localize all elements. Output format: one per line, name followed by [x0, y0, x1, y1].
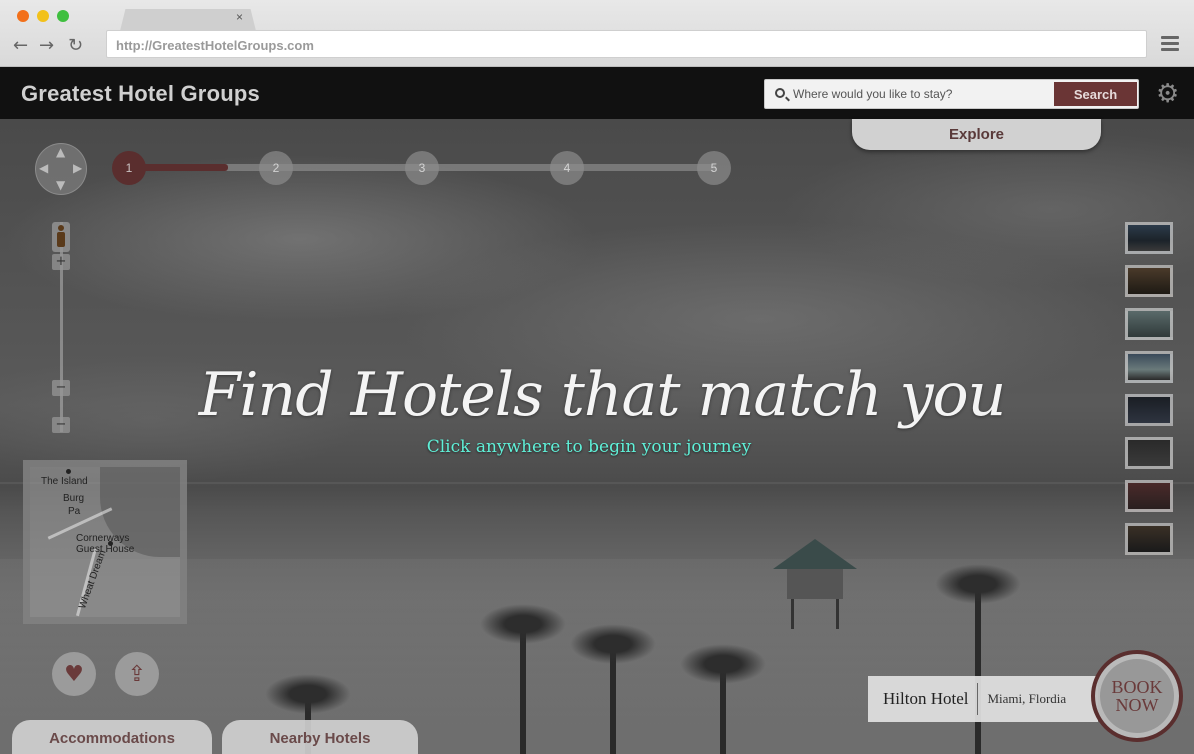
pan-up-icon[interactable]: ▲: [56, 145, 65, 159]
hotel-location: Miami, Flordia: [987, 691, 1067, 706]
search-input[interactable]: [793, 85, 1053, 103]
hotel-name: Hilton Hotel: [883, 689, 969, 708]
book-now-button[interactable]: BOOK NOW: [1091, 650, 1183, 742]
window-maximize-dot[interactable]: [57, 10, 69, 22]
map-label: Pa: [68, 506, 81, 517]
pan-control[interactable]: ▲ ▼ ◀ ▶: [35, 143, 87, 195]
pan-down-icon[interactable]: ▼: [56, 178, 65, 192]
map-label: Burg: [63, 493, 85, 504]
hotel-thumbnail[interactable]: [1125, 308, 1173, 340]
map-pin-icon: [66, 469, 71, 474]
palm-tree: [570, 624, 656, 754]
step-5[interactable]: 5: [697, 151, 731, 185]
menu-icon[interactable]: [1161, 36, 1179, 52]
step-1[interactable]: 1: [112, 151, 146, 185]
lifeguard-tower: [773, 539, 857, 629]
window-minimize-dot[interactable]: [37, 10, 49, 22]
book-now-line2: NOW: [1115, 695, 1159, 715]
window-close-dot[interactable]: [17, 10, 29, 22]
forward-icon[interactable]: →: [39, 35, 54, 56]
street-view-pegman-icon[interactable]: [52, 222, 70, 252]
reload-icon[interactable]: ↻: [68, 35, 83, 56]
tab-accommodations[interactable]: Accommodations: [12, 720, 212, 754]
hotel-thumbnail[interactable]: [1125, 523, 1173, 555]
hero-subline[interactable]: Click anywhere to begin your journey: [0, 437, 1178, 457]
palm-tree: [680, 644, 766, 754]
hotel-thumbnail[interactable]: [1125, 222, 1173, 254]
book-now-line1: BOOK: [1111, 677, 1163, 697]
brand-logo[interactable]: Greatest Hotel Groups: [21, 81, 260, 107]
step-3[interactable]: 3: [405, 151, 439, 185]
share-icon[interactable]: ⇪: [115, 652, 159, 696]
hotel-card[interactable]: Hilton Hotel Miami, Flordia: [868, 676, 1098, 722]
explore-button[interactable]: Explore: [852, 119, 1101, 150]
palm-tree: [935, 564, 1021, 754]
mini-map[interactable]: The Island Burg Pa Cornerways Guest Hous…: [23, 460, 187, 624]
back-icon[interactable]: ←: [13, 35, 28, 56]
zoom-in-button[interactable]: +: [52, 254, 70, 270]
hero-headline: Find Hotels that match you: [198, 360, 1007, 430]
hotel-thumbnail[interactable]: [1125, 265, 1173, 297]
address-bar[interactable]: http://GreatestHotelGroups.com: [106, 30, 1147, 58]
step-2[interactable]: 2: [259, 151, 293, 185]
heart-icon[interactable]: ♥: [52, 652, 96, 696]
tab-close-icon[interactable]: ×: [236, 10, 243, 24]
search-button[interactable]: Search: [1054, 82, 1137, 106]
step-4[interactable]: 4: [550, 151, 584, 185]
search-bar: Search: [764, 79, 1139, 109]
tab-nearby-hotels[interactable]: Nearby Hotels: [222, 720, 418, 754]
gear-icon[interactable]: ⚙: [1156, 81, 1179, 107]
hotel-thumbnail[interactable]: [1125, 480, 1173, 512]
palm-tree: [480, 604, 566, 754]
search-icon: [775, 88, 785, 98]
map-pin-icon: [108, 541, 113, 546]
map-label: Cornerways: [76, 533, 130, 544]
map-label: The Island: [41, 476, 88, 487]
browser-chrome: × ← → ↻ http://GreatestHotelGroups.com: [0, 0, 1194, 67]
pan-left-icon[interactable]: ◀: [39, 161, 48, 175]
pan-right-icon[interactable]: ▶: [73, 161, 82, 175]
